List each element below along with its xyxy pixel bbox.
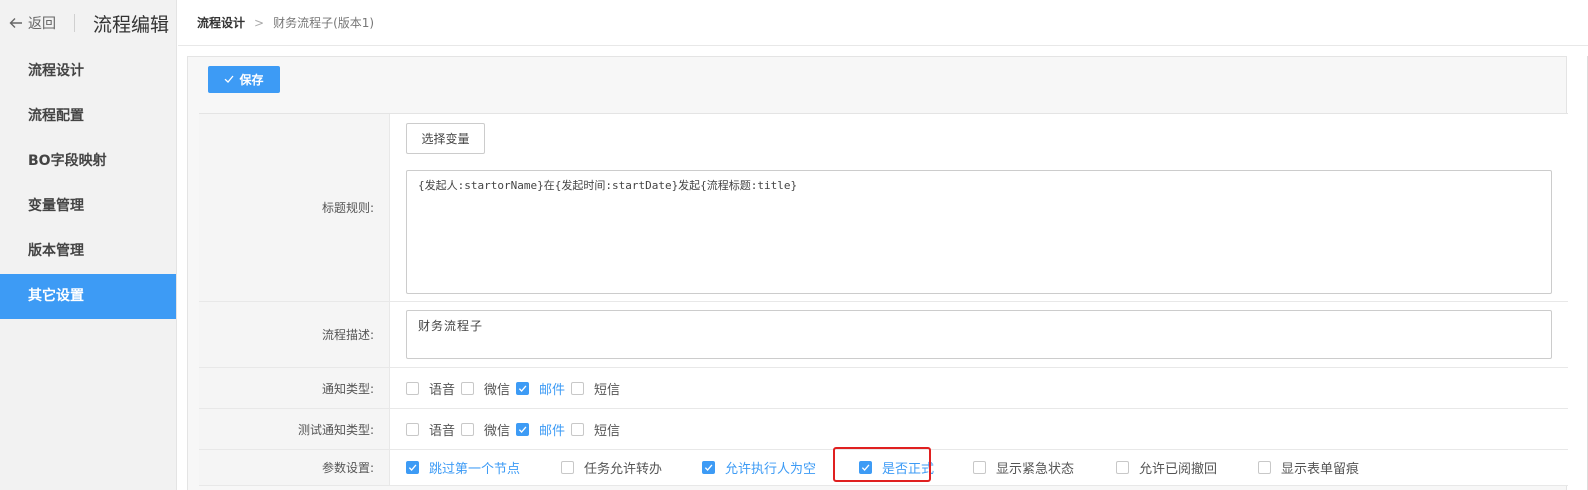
param-is-official-checkbox[interactable]: 是否正式 — [859, 458, 967, 477]
breadcrumb-current: 财务流程子(版本1) — [273, 16, 375, 30]
test-notify-voice-checkbox[interactable]: 语音 — [406, 420, 455, 439]
checkbox-label: 任务允许转办 — [584, 462, 663, 477]
back-button[interactable]: 返回 — [8, 13, 56, 33]
sidebar-nav: 流程设计 流程配置 BO字段映射 变量管理 版本管理 其它设置 — [0, 49, 176, 319]
sidebar-item-version-management[interactable]: 版本管理 — [0, 229, 176, 274]
test-notify-type-options: 语音 微信 邮件 短信 — [390, 409, 1568, 449]
checkbox-box[interactable] — [859, 461, 872, 474]
checkbox-label: 跳过第一个节点 — [429, 462, 521, 477]
test-notify-type-row: 测试通知类型: 语音 微信 邮件 短信 — [199, 409, 1568, 450]
description-label: 流程描述: — [199, 302, 390, 367]
test-notify-email-checkbox[interactable]: 邮件 — [516, 420, 565, 439]
param-show-form-trace-checkbox[interactable]: 显示表单留痕 — [1258, 458, 1403, 477]
header-divider — [74, 14, 75, 32]
title-rule-label: 标题规则: — [199, 114, 390, 301]
params-label: 参数设置: — [199, 450, 390, 485]
save-button[interactable]: 保存 — [208, 65, 280, 93]
checkbox-label: 微信 — [484, 382, 511, 398]
checkbox-box[interactable] — [516, 381, 530, 395]
description-textarea[interactable] — [406, 310, 1552, 359]
checkbox-box[interactable] — [406, 461, 419, 474]
checkbox-box[interactable] — [571, 381, 585, 395]
checkmark-icon — [408, 464, 417, 472]
title-rule-row: 标题规则: 选择变量 — [199, 114, 1568, 302]
sidebar-title: 流程编辑 — [93, 13, 170, 36]
param-skip-first-node-checkbox[interactable]: 跳过第一个节点 — [406, 458, 555, 477]
checkbox-box[interactable] — [1116, 461, 1129, 474]
checkbox-box[interactable] — [406, 381, 419, 395]
description-row: 流程描述: — [199, 302, 1568, 368]
param-allow-empty-executor-checkbox[interactable]: 允许执行人为空 — [702, 458, 853, 477]
notify-type-options: 语音 微信 邮件 短信 — [390, 368, 1568, 408]
checkbox-label: 邮件 — [539, 423, 566, 439]
checkbox-box[interactable] — [571, 422, 585, 436]
save-button-label: 保存 — [239, 72, 264, 87]
sidebar-item-bo-field-mapping[interactable]: BO字段映射 — [0, 139, 176, 184]
breadcrumb-root[interactable]: 流程设计 — [197, 14, 245, 31]
main-panel: 保存 标题规则: 选择变量 流程描述: 通知类型: 语音 微信 邮件 — [187, 56, 1568, 490]
settings-form: 标题规则: 选择变量 流程描述: 通知类型: 语音 微信 邮件 短信 — [199, 113, 1568, 486]
notify-email-checkbox[interactable]: 邮件 — [516, 379, 565, 398]
checkbox-box[interactable] — [516, 422, 530, 436]
sidebar-item-process-design[interactable]: 流程设计 — [0, 49, 176, 94]
notify-type-label: 通知类型: — [199, 368, 390, 408]
checkbox-label: 显示紧急状态 — [996, 462, 1075, 477]
param-show-urgent-status-checkbox[interactable]: 显示紧急状态 — [973, 458, 1110, 477]
breadcrumb-separator: > — [254, 15, 265, 30]
checkbox-label: 显示表单留痕 — [1281, 462, 1360, 477]
checkbox-label: 微信 — [484, 423, 511, 439]
breadcrumb: 流程设计 > 财务流程子(版本1) — [178, 0, 1588, 46]
checkbox-box[interactable] — [461, 381, 475, 395]
checkbox-label: 允许执行人为空 — [725, 462, 817, 477]
checkbox-box[interactable] — [561, 461, 574, 474]
checkbox-label: 是否正式 — [882, 462, 935, 477]
test-notify-wechat-checkbox[interactable]: 微信 — [461, 420, 510, 439]
notify-type-row: 通知类型: 语音 微信 邮件 短信 — [199, 368, 1568, 409]
checkbox-box[interactable] — [406, 422, 419, 436]
back-label: 返回 — [28, 16, 56, 32]
notify-sms-checkbox[interactable]: 短信 — [571, 379, 620, 398]
checkbox-box[interactable] — [702, 461, 715, 474]
arrow-left-icon — [9, 18, 22, 28]
select-variable-button[interactable]: 选择变量 — [406, 123, 485, 154]
checkmark-icon — [704, 464, 713, 472]
checkbox-label: 邮件 — [539, 382, 566, 398]
param-allow-read-revoke-checkbox[interactable]: 允许已阅撤回 — [1116, 458, 1252, 477]
title-rule-textarea[interactable] — [406, 170, 1552, 294]
params-options: 跳过第一个节点 任务允许转办 允许执行人为空 是否正式 显示紧急状态 允许已阅撤… — [390, 450, 1568, 485]
sidebar-item-process-config[interactable]: 流程配置 — [0, 94, 176, 139]
title-rule-field: 选择变量 — [390, 114, 1568, 301]
param-allow-transfer-checkbox[interactable]: 任务允许转办 — [561, 458, 696, 477]
checkmark-icon — [861, 464, 870, 472]
sidebar-item-variable-management[interactable]: 变量管理 — [0, 184, 176, 229]
test-notify-sms-checkbox[interactable]: 短信 — [571, 420, 620, 439]
checkbox-label: 允许已阅撤回 — [1139, 462, 1218, 477]
checkbox-label: 语音 — [429, 382, 456, 398]
check-icon — [225, 75, 234, 83]
checkbox-box[interactable] — [1258, 461, 1271, 474]
checkbox-label: 短信 — [594, 382, 621, 398]
checkmark-icon — [518, 426, 527, 433]
sidebar-header: 返回 流程编辑 — [0, 0, 176, 46]
sidebar-item-other-settings[interactable]: 其它设置 — [0, 274, 176, 319]
description-field — [390, 302, 1568, 367]
notify-voice-checkbox[interactable]: 语音 — [406, 379, 455, 398]
toolbar: 保存 — [188, 57, 1566, 101]
notify-wechat-checkbox[interactable]: 微信 — [461, 379, 510, 398]
checkbox-label: 短信 — [594, 423, 621, 439]
checkbox-box[interactable] — [973, 461, 986, 474]
checkmark-icon — [518, 385, 527, 392]
checkbox-label: 语音 — [429, 423, 456, 439]
params-row: 参数设置: 跳过第一个节点 任务允许转办 允许执行人为空 是否正式 显示紧急状态… — [199, 450, 1568, 486]
sidebar: 返回 流程编辑 流程设计 流程配置 BO字段映射 变量管理 版本管理 其它设置 — [0, 0, 177, 490]
checkbox-box[interactable] — [461, 422, 475, 436]
test-notify-type-label: 测试通知类型: — [199, 409, 390, 449]
